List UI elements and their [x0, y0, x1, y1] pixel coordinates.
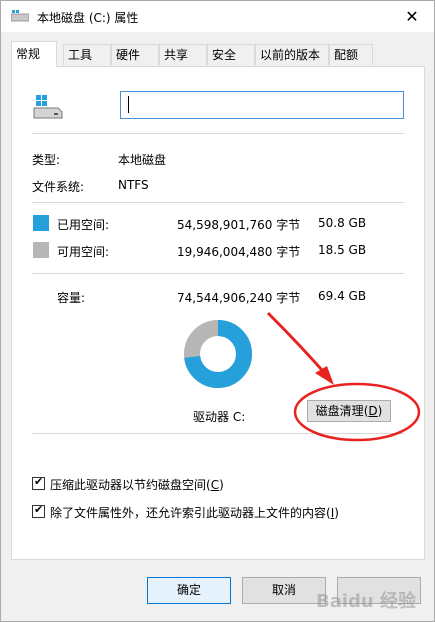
compress-checkbox[interactable]: ✔: [32, 475, 45, 490]
used-space-swatch: [33, 215, 49, 231]
capacity-size: 69.4 GB: [318, 289, 367, 303]
drive-letter-label: 驱动器 C:: [193, 410, 246, 424]
tab-previous-versions[interactable]: 以前的版本: [255, 44, 329, 65]
close-button[interactable]: ✕: [390, 1, 434, 32]
tab-tools[interactable]: 工具: [63, 44, 111, 65]
window-title: 本地磁盘 (C:) 属性: [37, 11, 139, 25]
tab-quota[interactable]: 配额: [329, 44, 373, 65]
index-checkbox[interactable]: ✔: [32, 503, 45, 518]
checkmark-icon: ✔: [34, 503, 44, 516]
free-space-label: 可用空间:: [57, 245, 110, 259]
title-bar: 本地磁盘 (C:) 属性 ✕: [1, 1, 434, 32]
text-caret: [128, 96, 129, 113]
checkmark-icon: ✔: [34, 475, 44, 488]
cancel-button[interactable]: 取消: [242, 577, 326, 604]
type-label: 类型:: [32, 153, 61, 167]
tab-hardware[interactable]: 硬件: [111, 44, 159, 65]
capacity-label: 容量:: [57, 291, 86, 305]
free-space-swatch: [33, 242, 49, 258]
properties-window: 本地磁盘 (C:) 属性 ✕ 常规 工具 硬件 共享 安全 以前的版本 配额 类…: [0, 0, 435, 622]
tab-sharing[interactable]: 共享: [159, 44, 207, 65]
used-space-label: 已用空间:: [57, 218, 110, 232]
close-icon: ✕: [405, 7, 419, 26]
tab-security[interactable]: 安全: [207, 44, 255, 65]
tab-general[interactable]: 常规: [11, 41, 57, 67]
used-space-size: 50.8 GB: [318, 216, 367, 230]
general-panel: 类型: 本地磁盘 文件系统: NTFS 已用空间: 54,598,901,760…: [11, 66, 425, 560]
type-value: 本地磁盘: [118, 153, 167, 167]
drive-large-icon: [33, 95, 63, 119]
free-space-size: 18.5 GB: [318, 243, 367, 257]
tab-bar: 常规 工具 硬件 共享 安全 以前的版本 配额: [11, 41, 431, 67]
usage-donut-chart: [184, 320, 252, 388]
compress-label: 压缩此驱动器以节约磁盘空间(C): [50, 478, 224, 492]
ok-button[interactable]: 确定: [147, 577, 231, 604]
index-label: 除了文件属性外，还允许索引此驱动器上文件的内容(I): [50, 506, 339, 520]
disk-cleanup-button[interactable]: 磁盘清理(D): [307, 400, 391, 422]
drive-icon: [11, 10, 29, 22]
watermark: Baidu 经验: [315, 591, 416, 612]
filesystem-label: 文件系统:: [32, 180, 85, 194]
separator: [32, 133, 404, 134]
separator: [32, 433, 404, 434]
capacity-bytes: 74,544,906,240 字节: [177, 291, 301, 305]
free-space-bytes: 19,946,004,480 字节: [177, 245, 301, 259]
filesystem-value: NTFS: [118, 178, 149, 192]
drive-name-input[interactable]: [120, 91, 404, 119]
separator: [32, 202, 404, 203]
used-space-bytes: 54,598,901,760 字节: [177, 218, 301, 232]
separator: [32, 273, 404, 274]
